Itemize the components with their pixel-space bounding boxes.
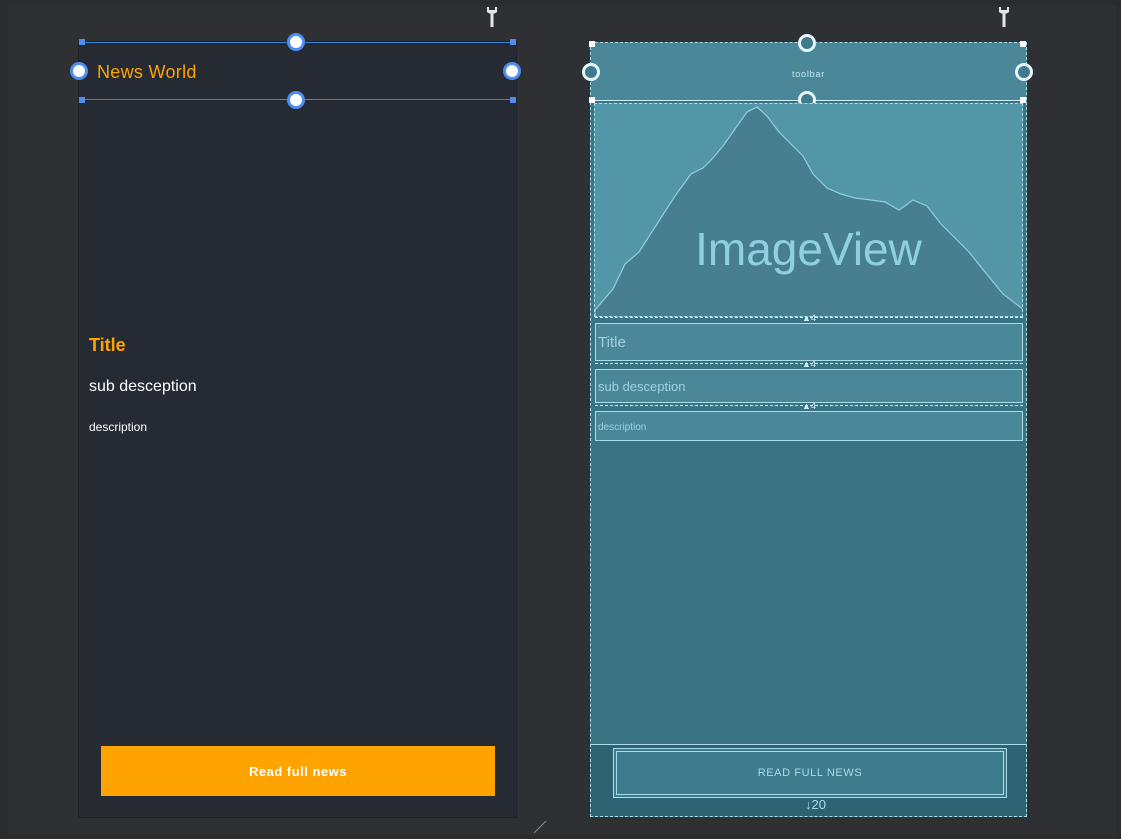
blueprint-preview[interactable]: toolbar ImageView ▲4 Title ▲4 sub descep… (582, 34, 1033, 817)
news-title[interactable]: Title (89, 335, 126, 356)
top-constraint-handle[interactable] (287, 33, 305, 51)
read-full-news-button[interactable]: Read full news (101, 746, 495, 796)
wrench-icon[interactable] (486, 6, 498, 28)
blueprint-title[interactable]: Title (595, 323, 1023, 361)
blueprint-read-full-news-button[interactable]: READ FULL NEWS (613, 748, 1007, 798)
resize-handle[interactable] (79, 97, 85, 103)
right-constraint-handle[interactable] (1015, 63, 1033, 81)
mountain-placeholder-icon (595, 106, 1022, 316)
left-constraint-handle[interactable] (582, 63, 600, 81)
margin-value: 20 (811, 797, 826, 812)
image-view[interactable]: ImageView (594, 103, 1023, 317)
news-description[interactable]: description (89, 420, 147, 434)
right-constraint-handle[interactable] (503, 62, 521, 80)
resize-handle[interactable] (1020, 41, 1026, 47)
blueprint-sub-description[interactable]: sub desception (595, 369, 1023, 403)
blueprint-description[interactable]: description (595, 411, 1023, 441)
resize-handle[interactable] (510, 97, 516, 103)
bottom-constraint-handle[interactable] (287, 91, 305, 109)
resize-handle[interactable] (79, 39, 85, 45)
toolbar-title: News World (97, 62, 197, 82)
image-view-label: ImageView (695, 223, 922, 275)
bottom-margin-indicator: ↓20 (805, 797, 826, 812)
constraint-arrow-icon: ▲4 (802, 401, 816, 411)
resize-grip-icon[interactable] (532, 818, 548, 834)
design-preview[interactable]: News World Title sub desception descript… (70, 33, 521, 817)
toolbar-label: toolbar (791, 69, 826, 79)
left-constraint-handle[interactable] (70, 62, 88, 80)
top-constraint-handle[interactable] (798, 34, 816, 52)
constraint-arrow-icon: ▲4 (802, 313, 816, 323)
news-sub-description[interactable]: sub desception (89, 378, 197, 396)
constraint-arrow-icon: ▲4 (802, 359, 816, 369)
resize-handle[interactable] (510, 39, 516, 45)
wrench-icon[interactable] (998, 6, 1010, 28)
resize-handle[interactable] (589, 41, 595, 47)
blueprint-bottom-area: READ FULL NEWS ↓20 (591, 744, 1026, 816)
